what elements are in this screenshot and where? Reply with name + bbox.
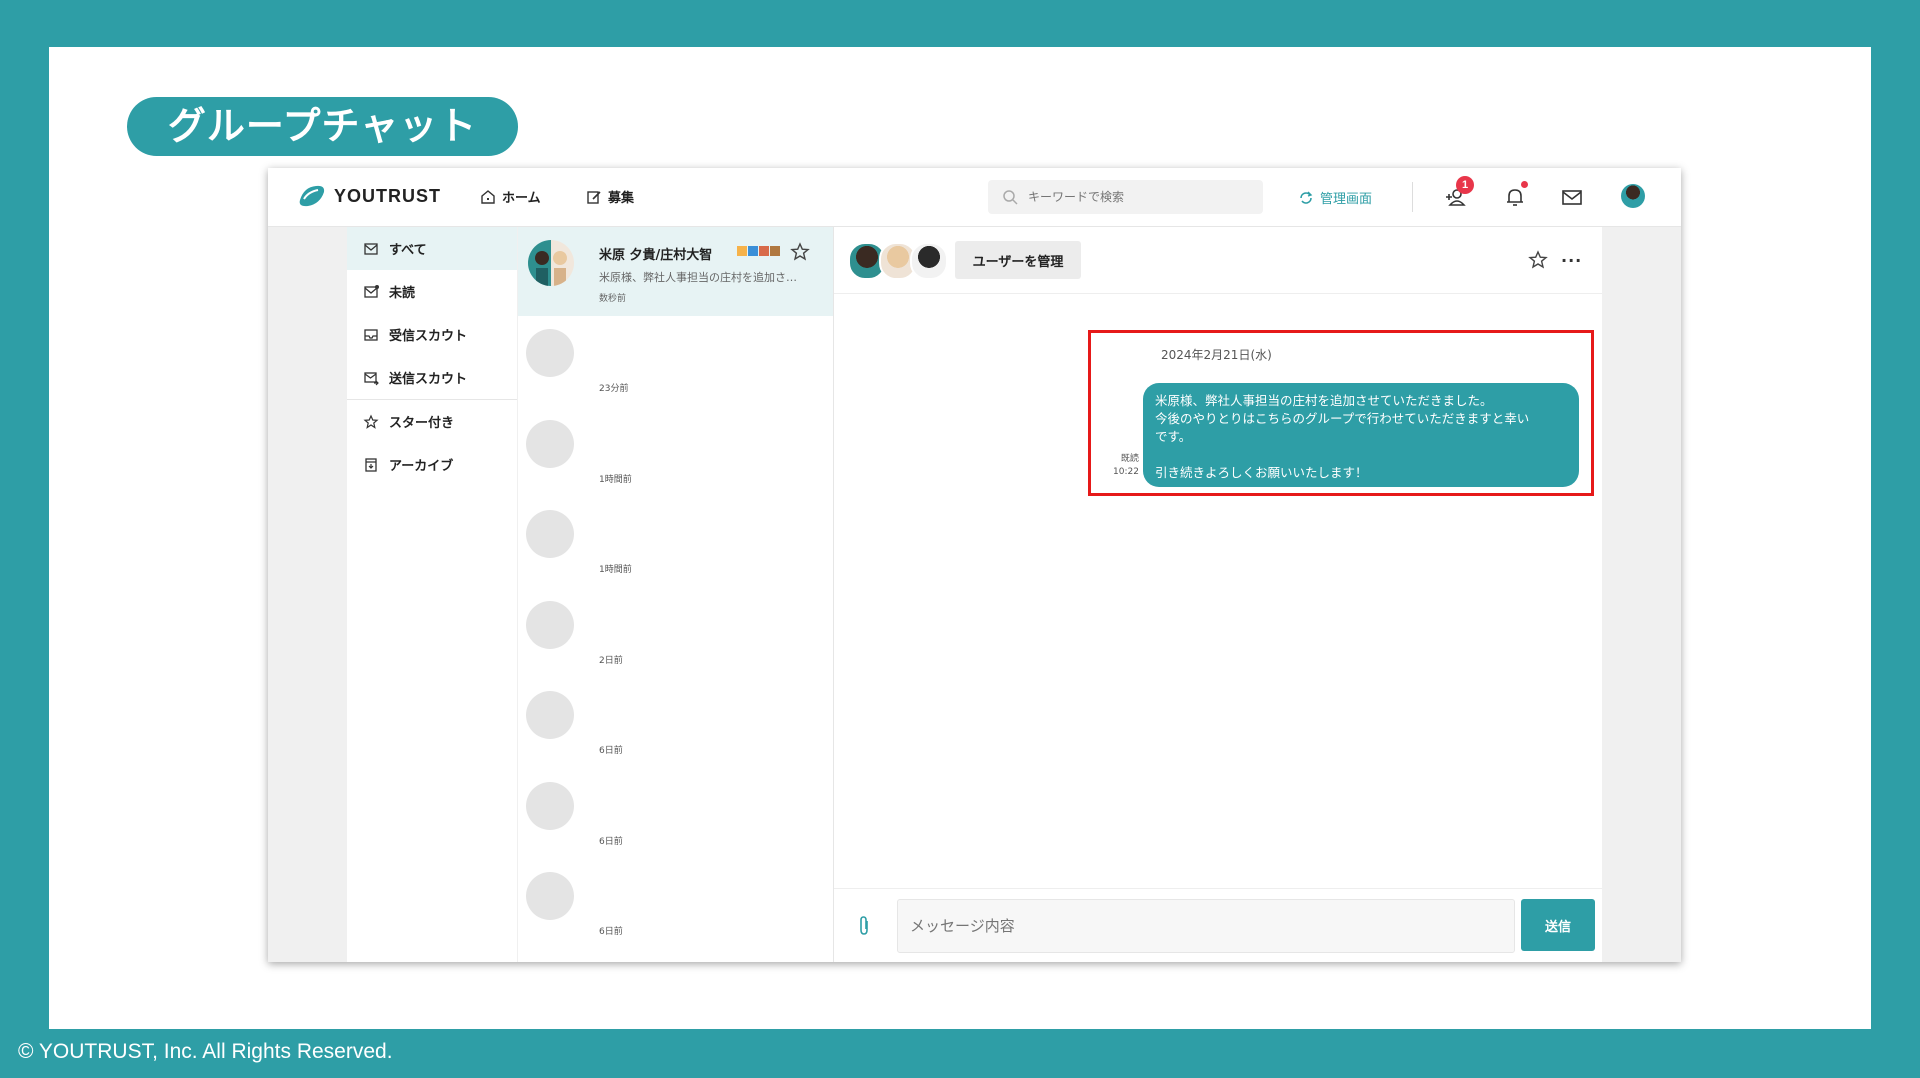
mail-send-icon xyxy=(364,371,379,385)
unread-dot xyxy=(1521,181,1528,188)
sidebar-item-all[interactable]: すべて xyxy=(347,227,517,270)
star-icon[interactable] xyxy=(1528,250,1548,270)
message-line: です。 xyxy=(1155,429,1192,444)
star-icon[interactable] xyxy=(790,242,810,262)
conversation-item[interactable]: 1時間前 xyxy=(518,407,833,498)
avatar xyxy=(526,781,574,830)
top-nav-bar: YOUTRUST ホーム 募集 管理画面 1 xyxy=(268,168,1681,227)
conversation-time: 1時間前 xyxy=(599,565,632,575)
brand-logo[interactable]: YOUTRUST xyxy=(298,184,441,208)
group-avatar xyxy=(528,240,574,286)
sidebar-item-label: アーカイブ xyxy=(389,459,454,474)
conversation-title: 米原 夕貴/庄村大智 xyxy=(599,248,713,263)
conversation-list: 米原 夕貴/庄村大智 米原様、弊社人事担当の庄村を追加さ… 数秒前 23分前 1… xyxy=(518,227,834,962)
message-line: 今後のやりとりはこちらのグループで行わせていただきますと幸い xyxy=(1155,411,1530,426)
chat-header: ユーザーを管理 ··· xyxy=(834,227,1602,294)
message-date: 2024年2月21日(水) xyxy=(1161,348,1272,362)
sidebar-item-received-scout[interactable]: 受信スカウト xyxy=(347,313,517,356)
avatar xyxy=(526,872,574,920)
attachment-icon[interactable] xyxy=(854,915,874,937)
message-line xyxy=(1155,446,1567,464)
chat-panel: ユーザーを管理 ··· 2024年2月21日(水) 既読 10:22 米原様、弊… xyxy=(834,227,1602,962)
conversation-item[interactable]: 23分前 xyxy=(518,316,833,407)
nav-recruit-label: 募集 xyxy=(608,191,635,206)
send-button[interactable]: 送信 xyxy=(1521,899,1595,951)
conversation-item[interactable]: 6日前 xyxy=(518,859,833,950)
conversation-time: 1時間前 xyxy=(599,474,632,485)
search-box[interactable] xyxy=(988,180,1263,214)
mail-icon[interactable] xyxy=(1559,184,1585,210)
admin-link[interactable]: 管理画面 xyxy=(1298,188,1372,207)
user-avatar[interactable] xyxy=(1621,184,1645,208)
message-line: 米原様、弊社人事担当の庄村を追加させていただきました。 xyxy=(1155,393,1493,408)
title-emoji xyxy=(737,246,780,256)
nav-home[interactable]: ホーム xyxy=(480,187,541,206)
nav-recruit[interactable]: 募集 xyxy=(586,187,634,206)
admin-label: 管理画面 xyxy=(1320,192,1373,207)
conversation-item[interactable]: 1時間前 xyxy=(518,497,833,588)
avatar xyxy=(526,600,574,649)
message-time: 10:22 xyxy=(1113,467,1139,477)
sidebar-item-unread[interactable]: 未読 xyxy=(347,270,517,313)
sidebar-item-archive[interactable]: アーカイブ xyxy=(347,443,517,486)
conversation-time: 2日前 xyxy=(599,655,623,666)
read-label: 既読 xyxy=(1120,454,1139,464)
home-icon xyxy=(481,189,495,204)
sidebar-item-starred[interactable]: スター付き xyxy=(347,400,517,443)
conversation-item[interactable]: 6日前 xyxy=(518,769,833,860)
nav-home-label: ホーム xyxy=(502,191,541,206)
conversation-time: 6日前 xyxy=(599,927,623,937)
brand-name: YOUTRUST xyxy=(334,185,441,206)
read-receipt: 既読 10:22 xyxy=(1113,453,1139,479)
app-window: YOUTRUST ホーム 募集 管理画面 1 すべて xyxy=(268,168,1681,962)
conversation-time: 数秒前 xyxy=(599,294,627,304)
message-input[interactable] xyxy=(897,899,1515,953)
search-input[interactable] xyxy=(1026,189,1250,205)
archive-icon xyxy=(365,457,377,472)
refresh-icon xyxy=(1300,191,1313,204)
sidebar-item-label: 受信スカウト xyxy=(389,329,468,344)
message-line: 引き続きよろしくお願いいたします！ xyxy=(1155,465,1368,480)
conversation-item-active[interactable]: 米原 夕貴/庄村大智 米原様、弊社人事担当の庄村を追加さ… 数秒前 xyxy=(518,227,833,316)
sidebar-item-sent-scout[interactable]: 送信スカウト xyxy=(347,356,517,399)
avatar xyxy=(526,691,574,739)
conversation-time: 6日前 xyxy=(599,746,623,756)
conversation-time: 6日前 xyxy=(599,836,623,847)
conversation-time: 23分前 xyxy=(599,384,629,394)
avatar xyxy=(526,329,574,377)
composer: 送信 xyxy=(834,888,1602,962)
star-icon xyxy=(363,414,379,429)
avatar xyxy=(526,510,574,558)
avatar xyxy=(526,419,574,468)
more-options-icon[interactable]: ··· xyxy=(1561,251,1582,270)
youtrust-logo-icon xyxy=(299,185,325,207)
sidebar-item-label: スター付き xyxy=(389,416,455,431)
copyright-text: © YOUTRUST, Inc. All Rights Reserved. xyxy=(18,1040,393,1063)
slide-title: グループチャット xyxy=(127,97,518,156)
mail-unread-icon xyxy=(364,284,379,298)
message-bubble: 米原様、弊社人事担当の庄村を追加させていただきました。 今後のやりとりはこちらの… xyxy=(1143,383,1579,487)
edit-icon xyxy=(587,190,601,204)
member-avatar[interactable] xyxy=(910,242,948,280)
sidebar-item-label: すべて xyxy=(389,243,427,258)
sidebar-item-label: 送信スカウト xyxy=(389,372,468,387)
mailbox-sidebar: すべて 未読 受信スカウト 送信スカウト スター付き アーカイブ xyxy=(347,227,517,962)
tray-icon xyxy=(364,328,378,341)
conversation-item[interactable]: 6日前 xyxy=(518,678,833,769)
manage-users-button[interactable]: ユーザーを管理 xyxy=(955,241,1081,279)
inbox-icon xyxy=(364,242,378,255)
divider xyxy=(1412,182,1413,212)
conversation-item[interactable]: 2日前 xyxy=(518,588,833,679)
conversation-preview: 米原様、弊社人事担当の庄村を追加さ… xyxy=(599,271,797,284)
search-icon xyxy=(1003,190,1018,205)
notification-count-badge: 1 xyxy=(1456,176,1474,194)
sidebar-item-label: 未読 xyxy=(389,286,416,301)
